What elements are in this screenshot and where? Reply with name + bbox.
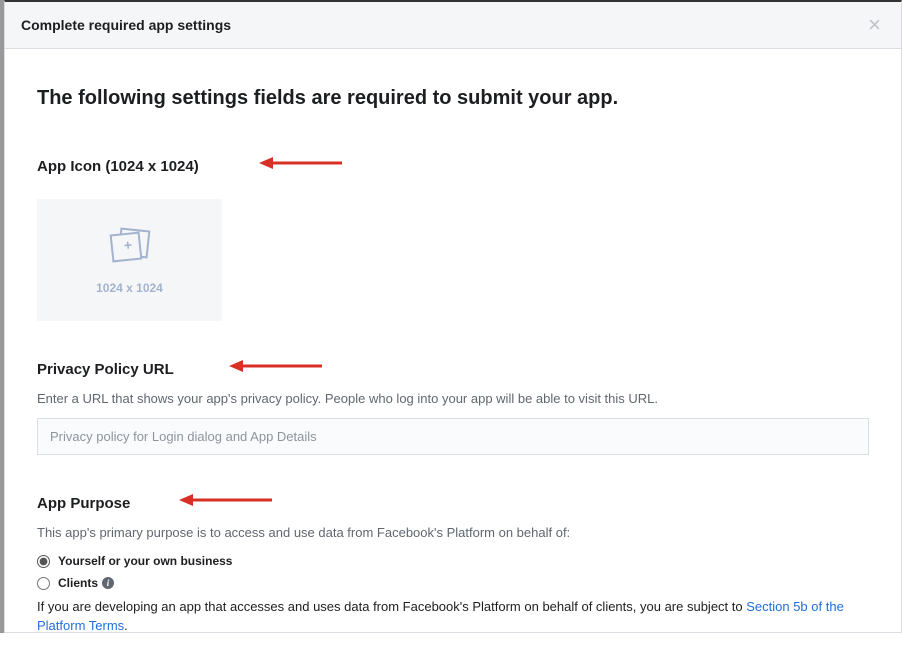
svg-text:+: +	[122, 236, 132, 253]
info-icon[interactable]: i	[102, 577, 114, 589]
radio-clients-label: Clients	[58, 576, 98, 590]
radio-option-self[interactable]: Yourself or your own business	[37, 554, 869, 568]
app-icon-heading-text: App Icon (1024 x 1024)	[37, 158, 199, 175]
app-icon-heading: App Icon (1024 x 1024)	[37, 158, 199, 175]
radio-self-input[interactable]	[37, 555, 50, 568]
radio-option-clients[interactable]: Clients i	[37, 576, 869, 590]
privacy-heading: Privacy Policy URL	[37, 361, 174, 378]
privacy-heading-text: Privacy Policy URL	[37, 361, 174, 378]
footnote-post: .	[124, 618, 128, 633]
radio-clients-input[interactable]	[37, 577, 50, 590]
section-app-purpose: App Purpose This app's primary purpose i…	[37, 495, 869, 635]
annotation-arrow-icon	[177, 488, 277, 512]
section-app-icon: App Icon (1024 x 1024) + 1024 x 1024	[37, 158, 869, 321]
purpose-heading-text: App Purpose	[37, 495, 130, 512]
page-title: The following settings fields are requir…	[37, 87, 869, 110]
close-button[interactable]: ×	[864, 14, 885, 36]
modal: Complete required app settings × The fol…	[4, 0, 902, 633]
purpose-radio-group: Yourself or your own business Clients i	[37, 554, 869, 590]
footnote-pre: If you are developing an app that access…	[37, 599, 746, 614]
privacy-policy-input[interactable]	[37, 418, 869, 455]
icon-upload-hint: 1024 x 1024	[96, 281, 163, 295]
icon-upload-area[interactable]: + 1024 x 1024	[37, 199, 222, 321]
purpose-description: This app's primary purpose is to access …	[37, 524, 869, 542]
modal-header: Complete required app settings ×	[5, 2, 901, 49]
annotation-arrow-icon	[227, 354, 327, 378]
privacy-description: Enter a URL that shows your app's privac…	[37, 390, 869, 408]
photo-placeholder-icon: +	[106, 226, 154, 271]
radio-self-label: Yourself or your own business	[58, 554, 232, 568]
section-privacy-policy: Privacy Policy URL Enter a URL that show…	[37, 361, 869, 455]
modal-title: Complete required app settings	[21, 17, 231, 33]
close-icon: ×	[868, 12, 881, 37]
purpose-footnote: If you are developing an app that access…	[37, 598, 869, 634]
annotation-arrow-icon	[257, 151, 347, 175]
purpose-heading: App Purpose	[37, 495, 130, 512]
modal-body: The following settings fields are requir…	[5, 49, 901, 655]
